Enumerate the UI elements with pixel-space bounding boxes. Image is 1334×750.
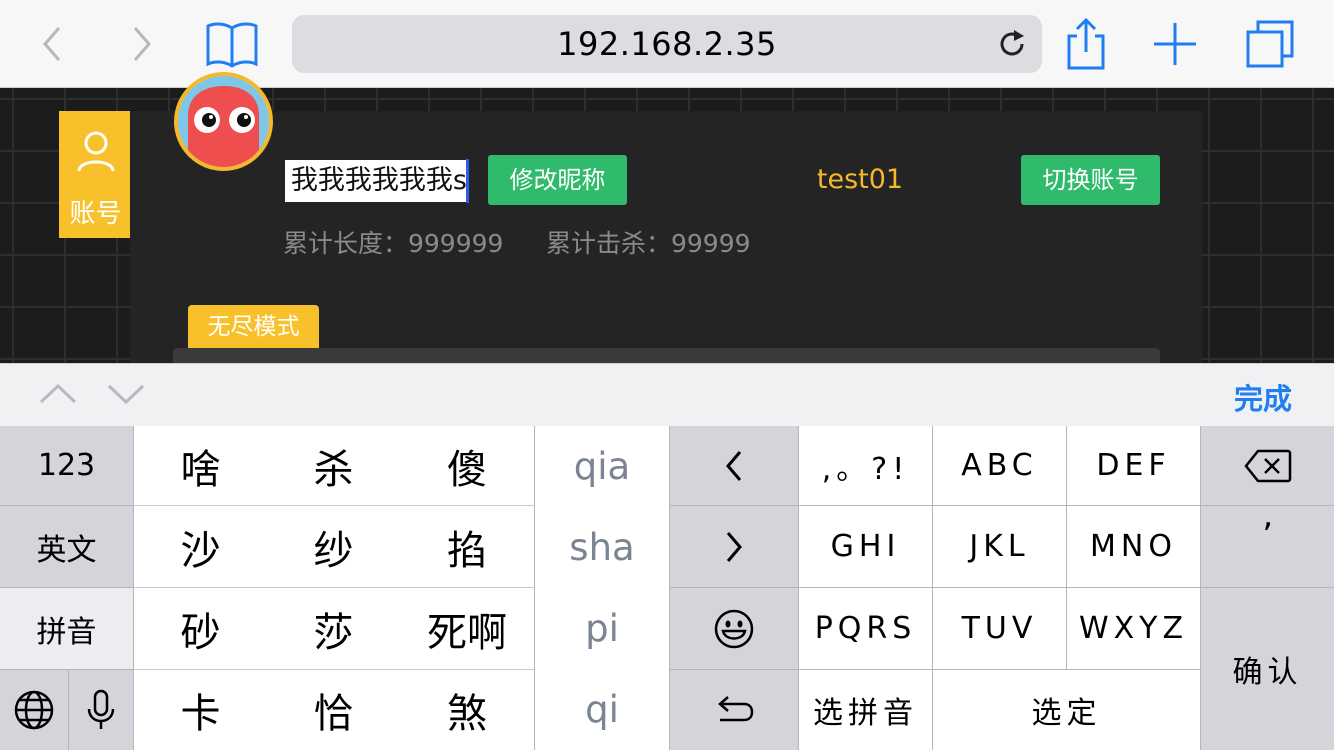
globe-icon xyxy=(14,690,54,730)
t9-key-mno[interactable]: MNO xyxy=(1067,506,1200,587)
delete-key[interactable] xyxy=(1201,426,1334,505)
forward-button[interactable] xyxy=(112,14,172,74)
switch-account-button[interactable]: 切换账号 xyxy=(1021,155,1160,205)
candidate-item[interactable]: 死啊 xyxy=(400,588,534,669)
emoji-key[interactable] xyxy=(670,588,798,669)
tab-endless-mode[interactable]: 无尽模式 xyxy=(188,305,319,349)
chevron-left-icon xyxy=(726,450,742,481)
undo-icon xyxy=(718,696,754,722)
chevron-right-icon xyxy=(726,531,742,562)
candidate-item[interactable]: 恰 xyxy=(267,670,400,750)
stat-total-length: 累计长度：999999 xyxy=(283,229,504,258)
candidate-item[interactable]: 杀 xyxy=(267,426,400,505)
rename-button[interactable]: 修改昵称 xyxy=(488,155,627,205)
t9-key-punct[interactable]: ,。?! xyxy=(799,426,932,505)
pinyin-option[interactable]: sha xyxy=(535,507,669,588)
address-bar[interactable]: 192.168.2.35 xyxy=(292,15,1042,73)
apostrophe-key[interactable]: ’ xyxy=(1201,506,1334,587)
snake-avatar-icon xyxy=(178,76,269,167)
stat-total-kills: 累计击杀：99999 xyxy=(546,229,751,258)
t9-key-pqrs[interactable]: PQRS xyxy=(799,588,932,669)
share-button[interactable] xyxy=(1056,14,1116,74)
candidate-item[interactable]: 纱 xyxy=(267,506,400,587)
new-tab-button[interactable] xyxy=(1145,14,1205,74)
key-english[interactable]: 英文 xyxy=(0,506,133,587)
t9-key-tuv[interactable]: TUV xyxy=(933,588,1066,669)
pinyin-option[interactable]: pi xyxy=(535,588,669,669)
nickname-input[interactable]: 我我我我我我s xyxy=(285,160,469,202)
select-pinyin-key[interactable]: 选拼音 xyxy=(799,670,932,750)
candidate-item[interactable]: 卡 xyxy=(134,670,267,750)
avatar xyxy=(174,72,273,171)
side-tab-label: 账号 xyxy=(69,199,122,229)
chinese-keyboard: 123 英文 拼音 啥 杀 傻 沙 纱 掐 砂 莎 死啊 卡 恰 煞 qia s… xyxy=(0,426,1334,750)
pinyin-option[interactable]: qi xyxy=(535,669,669,750)
candidate-item[interactable]: 沙 xyxy=(134,506,267,587)
form-accessory-bar: 完成 xyxy=(0,363,1334,426)
chevron-left-icon xyxy=(43,27,61,61)
candidate-item[interactable]: 砂 xyxy=(134,588,267,669)
candidate-item[interactable]: 煞 xyxy=(400,670,534,750)
tabs-button[interactable] xyxy=(1240,14,1300,74)
globe-key[interactable] xyxy=(0,670,68,750)
cursor-left-key[interactable] xyxy=(670,426,798,505)
account-side-tab[interactable]: 账号 xyxy=(59,111,132,238)
text-cursor xyxy=(466,159,469,203)
t9-key-ghi[interactable]: GHI xyxy=(799,506,932,587)
bookmarks-button[interactable] xyxy=(202,14,262,74)
plus-icon xyxy=(1154,23,1196,65)
undo-key[interactable] xyxy=(670,670,798,750)
book-icon xyxy=(206,22,258,68)
url-text: 192.168.2.35 xyxy=(557,25,777,63)
done-button[interactable]: 完成 xyxy=(1234,376,1292,418)
emoji-icon xyxy=(714,609,754,648)
user-icon xyxy=(77,131,115,172)
microphone-icon xyxy=(87,689,115,729)
candidate-item[interactable]: 掐 xyxy=(400,506,534,587)
tabs-icon xyxy=(1246,20,1294,68)
t9-key-jkl[interactable]: JKL xyxy=(933,506,1066,587)
candidate-item[interactable]: 莎 xyxy=(267,588,400,669)
key-123[interactable]: 123 xyxy=(0,426,133,505)
cursor-right-key[interactable] xyxy=(670,506,798,587)
mic-key[interactable] xyxy=(69,670,133,750)
t9-key-wxyz[interactable]: WXYZ xyxy=(1067,588,1200,669)
chevron-right-icon xyxy=(133,27,151,61)
backspace-icon xyxy=(1243,449,1291,482)
candidate-item[interactable]: 啥 xyxy=(134,426,267,505)
back-button[interactable] xyxy=(22,14,82,74)
next-field-icon[interactable] xyxy=(106,378,146,410)
previous-field-icon[interactable] xyxy=(38,378,78,410)
candidate-item[interactable]: 傻 xyxy=(400,426,534,505)
key-pinyin[interactable]: 拼音 xyxy=(0,588,133,669)
account-name: test01 xyxy=(816,164,904,195)
pinyin-option[interactable]: qia xyxy=(535,426,669,507)
t9-key-abc[interactable]: ABC xyxy=(933,426,1066,505)
reload-icon[interactable] xyxy=(994,26,1030,62)
confirm-key[interactable]: 确认 xyxy=(1201,588,1334,750)
select-key[interactable]: 选定 xyxy=(933,670,1200,750)
browser-toolbar: 192.168.2.35 xyxy=(0,0,1334,88)
t9-key-def[interactable]: DEF xyxy=(1067,426,1200,505)
share-icon xyxy=(1067,17,1105,70)
